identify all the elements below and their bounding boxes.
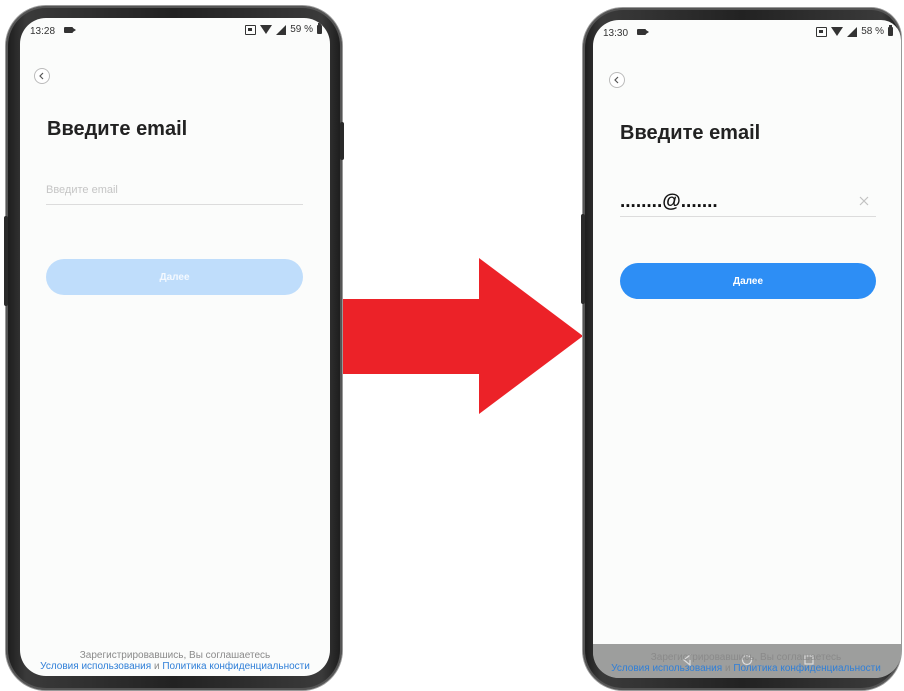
close-icon[interactable] [858, 195, 870, 207]
status-time: 13:28 [30, 26, 56, 37]
page-title: Введите email [620, 122, 761, 144]
screen-left: 13:28 59 % Введите email Далее Зарегистр… [20, 18, 330, 676]
volume-button [581, 214, 585, 304]
transition-arrow [343, 258, 583, 414]
nfc-icon [816, 26, 828, 37]
battery-percent: 59 % [290, 24, 313, 35]
battery-icon [888, 25, 893, 36]
wifi-icon [831, 27, 844, 36]
screen-right: 13:30 58 % Введите email Далее За [593, 20, 901, 678]
volume-button [4, 216, 8, 306]
phone-right: 13:30 58 % Введите email Далее За [581, 8, 901, 690]
terms-link[interactable]: Условия использования [40, 661, 151, 672]
email-field [620, 190, 876, 217]
status-time: 13:30 [603, 28, 629, 39]
battery-icon [317, 23, 322, 34]
next-button[interactable]: Далее [46, 259, 303, 295]
back-button[interactable] [34, 68, 50, 84]
video-camera-icon [64, 27, 76, 33]
email-input[interactable] [620, 190, 876, 214]
terms-and: и [153, 661, 160, 672]
terms-footer: Зарегистрировавшись, Вы соглашаетесь Усл… [20, 650, 330, 672]
back-button[interactable] [609, 72, 625, 88]
page-title: Введите email [47, 118, 188, 140]
terms-footer: Зарегистрировавшись, Вы соглашаетесь Усл… [593, 652, 901, 674]
battery-percent: 58 % [861, 26, 884, 37]
email-input[interactable] [46, 178, 303, 202]
privacy-link[interactable]: Политика конфиденциальности [733, 663, 881, 674]
terms-notice: Зарегистрировавшись, Вы соглашаетесь [79, 650, 271, 661]
status-bar: 13:28 59 % [20, 18, 330, 40]
phone-left: 13:28 59 % Введите email Далее Зарегистр… [4, 6, 344, 690]
status-bar: 13:30 58 % [593, 20, 901, 42]
chevron-left-icon [39, 72, 44, 80]
next-button[interactable]: Далее [620, 263, 876, 299]
terms-and: и [724, 663, 731, 674]
signal-icon [276, 24, 287, 35]
signal-icon [847, 26, 858, 37]
chevron-left-icon [614, 76, 619, 84]
terms-notice: Зарегистрировавшись, Вы соглашаетесь [650, 652, 842, 663]
terms-link[interactable]: Условия использования [611, 663, 722, 674]
privacy-link[interactable]: Политика конфиденциальности [162, 661, 310, 672]
email-field [46, 178, 303, 205]
video-camera-icon [637, 29, 649, 35]
wifi-icon [260, 25, 273, 34]
nfc-icon [245, 24, 257, 35]
power-button [340, 122, 344, 160]
